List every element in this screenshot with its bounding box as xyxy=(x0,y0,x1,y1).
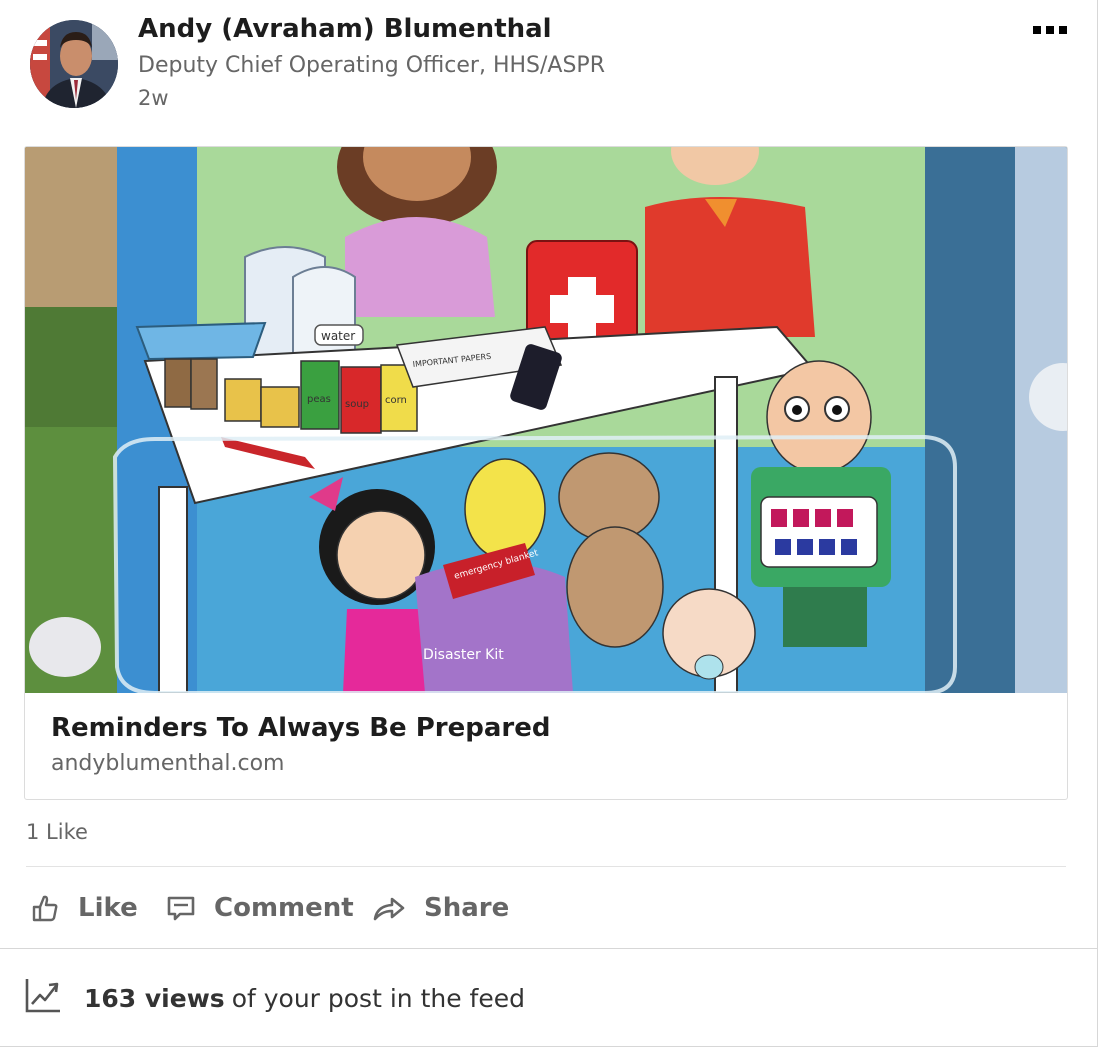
divider xyxy=(26,866,1066,867)
more-icon xyxy=(1033,26,1041,34)
image-label-soup: soup xyxy=(345,399,369,410)
image-label-water: water xyxy=(321,329,355,343)
author-avatar[interactable] xyxy=(30,20,118,108)
like-label: Like xyxy=(78,893,138,923)
comment-label: Comment xyxy=(214,893,354,923)
like-button[interactable]: Like xyxy=(30,886,138,930)
comment-icon xyxy=(166,893,196,923)
author-headline: Deputy Chief Operating Officer, HHS/ASPR xyxy=(138,53,605,78)
likes-count[interactable]: 1 Like xyxy=(26,820,88,844)
link-preview-card[interactable]: water peas soup corn IMPORTANT PAPERS em… xyxy=(24,146,1068,800)
post-timestamp: 2w xyxy=(138,86,169,110)
feed-post-card: Andy (Avraham) Blumenthal Deputy Chief O… xyxy=(0,0,1098,1047)
author-name[interactable]: Andy (Avraham) Blumenthal xyxy=(138,14,552,44)
link-preview-title[interactable]: Reminders To Always Be Prepared xyxy=(51,713,550,743)
link-preview-domain: andyblumenthal.com xyxy=(51,751,285,776)
trending-chart-icon xyxy=(24,976,62,1020)
thumbs-up-icon xyxy=(30,893,60,923)
footer-divider xyxy=(0,948,1097,949)
comment-button[interactable]: Comment xyxy=(166,886,354,930)
post-views-analytics[interactable]: 163 views of your post in the feed xyxy=(24,976,525,1020)
link-preview-image[interactable]: water peas soup corn IMPORTANT PAPERS em… xyxy=(25,147,1067,693)
views-caption: of your post in the feed xyxy=(231,983,525,1013)
image-label-peas: peas xyxy=(307,394,331,405)
share-label: Share xyxy=(424,893,510,923)
more-options-button[interactable] xyxy=(1026,18,1074,42)
views-count: 163 views xyxy=(84,983,225,1013)
share-arrow-icon xyxy=(372,893,406,923)
image-label-corn: corn xyxy=(385,395,407,406)
share-button[interactable]: Share xyxy=(372,886,509,930)
image-label-kit: Disaster Kit xyxy=(423,647,504,663)
